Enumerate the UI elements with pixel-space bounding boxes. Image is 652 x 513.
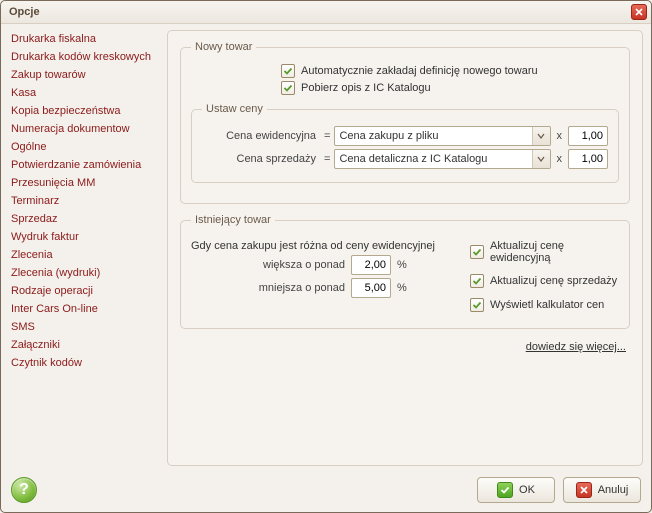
sidebar-item[interactable]: Inter Cars On-line — [9, 300, 159, 318]
check-icon — [472, 276, 482, 286]
chevron-down-icon — [532, 150, 550, 168]
percent-sign: % — [391, 282, 407, 294]
existing-item-legend: Istniejący towar — [191, 214, 275, 226]
sidebar-item[interactable]: Zakup towarów — [9, 66, 159, 84]
sidebar-item[interactable]: Kasa — [9, 84, 159, 102]
sidebar-item[interactable]: Kopia bezpieczeństwa — [9, 102, 159, 120]
show-calc-label: Wyświetl kalkulator cen — [490, 299, 604, 311]
new-item-legend: Nowy towar — [191, 41, 256, 53]
evid-price-factor[interactable] — [568, 126, 608, 146]
greater-label: większa o ponad — [191, 259, 351, 271]
sidebar-item[interactable]: Sprzedaz — [9, 210, 159, 228]
ok-icon — [497, 482, 513, 498]
sidebar-item[interactable]: Wydruk faktur — [9, 228, 159, 246]
sidebar-item[interactable]: Terminarz — [9, 192, 159, 210]
window-title: Opcje — [5, 6, 631, 18]
sidebar: Drukarka fiskalna Drukarka kodów kreskow… — [9, 30, 159, 466]
update-sale-checkbox[interactable] — [470, 274, 484, 288]
less-input[interactable] — [351, 278, 391, 298]
greater-input[interactable] — [351, 255, 391, 275]
set-prices-group: Ustaw ceny Cena ewidencyjna = Cena zakup… — [191, 103, 619, 183]
sidebar-item[interactable]: Potwierdzanie zamówienia — [9, 156, 159, 174]
sidebar-item[interactable]: Rodzaje operacji — [9, 282, 159, 300]
auto-definition-checkbox[interactable] — [281, 64, 295, 78]
ok-label: OK — [519, 484, 535, 496]
existing-intro: Gdy cena zakupu jest różna od ceny ewide… — [191, 240, 435, 252]
sale-price-combo[interactable]: Cena detaliczna z IC Katalogu — [334, 149, 550, 169]
update-sale-label: Aktualizuj cenę sprzedaży — [490, 275, 617, 287]
less-label: mniejsza o ponad — [191, 282, 351, 294]
sidebar-item[interactable]: Załączniki — [9, 336, 159, 354]
multiply-sign: x — [551, 130, 569, 142]
show-calc-checkbox[interactable] — [470, 298, 484, 312]
evid-price-combo[interactable]: Cena zakupu z pliku — [334, 126, 550, 146]
equals-sign: = — [320, 153, 334, 165]
help-button[interactable]: ? — [11, 477, 37, 503]
auto-definition-label: Automatycznie zakładaj definicję nowego … — [301, 65, 538, 77]
sidebar-item[interactable]: Ogólne — [9, 138, 159, 156]
cancel-button[interactable]: Anuluj — [563, 477, 641, 503]
multiply-sign: x — [551, 153, 569, 165]
evid-price-label: Cena ewidencyjna — [202, 130, 320, 142]
get-desc-checkbox[interactable] — [281, 81, 295, 95]
sidebar-item[interactable]: Drukarka kodów kreskowych — [9, 48, 159, 66]
options-window: Opcje Drukarka fiskalna Drukarka kodów k… — [0, 0, 652, 513]
sale-price-value: Cena detaliczna z IC Katalogu — [339, 153, 531, 165]
sidebar-item[interactable]: Numeracja dokumentow — [9, 120, 159, 138]
sale-price-label: Cena sprzedaży — [202, 153, 320, 165]
titlebar: Opcje — [1, 1, 651, 24]
close-button[interactable] — [631, 4, 647, 20]
sidebar-item[interactable]: Czytnik kodów — [9, 354, 159, 372]
update-evid-checkbox[interactable] — [470, 245, 484, 259]
main-panel: Nowy towar Automatycznie zakładaj defini… — [167, 30, 643, 466]
ok-button[interactable]: OK — [477, 477, 555, 503]
get-desc-label: Pobierz opis z IC Katalogu — [301, 82, 431, 94]
check-icon — [283, 66, 293, 76]
update-evid-label: Aktualizuj cenę ewidencyjną — [490, 240, 619, 264]
sidebar-item[interactable]: Przesunięcia MM — [9, 174, 159, 192]
sidebar-item[interactable]: SMS — [9, 318, 159, 336]
check-icon — [472, 300, 482, 310]
learn-more-link[interactable]: dowiedz się więcej... — [526, 341, 626, 353]
cancel-icon — [576, 482, 592, 498]
evid-price-value: Cena zakupu z pliku — [339, 130, 531, 142]
sale-price-factor[interactable] — [568, 149, 608, 169]
percent-sign: % — [391, 259, 407, 271]
cancel-label: Anuluj — [598, 484, 629, 496]
sidebar-item[interactable]: Zlecenia (wydruki) — [9, 264, 159, 282]
dialog-body: Drukarka fiskalna Drukarka kodów kreskow… — [1, 24, 651, 468]
equals-sign: = — [320, 130, 334, 142]
existing-item-group: Istniejący towar Gdy cena zakupu jest ró… — [180, 214, 630, 329]
close-icon — [635, 8, 643, 16]
sidebar-item[interactable]: Drukarka fiskalna — [9, 30, 159, 48]
chevron-down-icon — [532, 127, 550, 145]
set-prices-legend: Ustaw ceny — [202, 103, 267, 115]
check-icon — [472, 247, 482, 257]
sidebar-item[interactable]: Zlecenia — [9, 246, 159, 264]
footer: ? OK Anuluj — [1, 468, 651, 512]
check-icon — [283, 83, 293, 93]
help-icon: ? — [19, 481, 29, 499]
new-item-group: Nowy towar Automatycznie zakładaj defini… — [180, 41, 630, 204]
